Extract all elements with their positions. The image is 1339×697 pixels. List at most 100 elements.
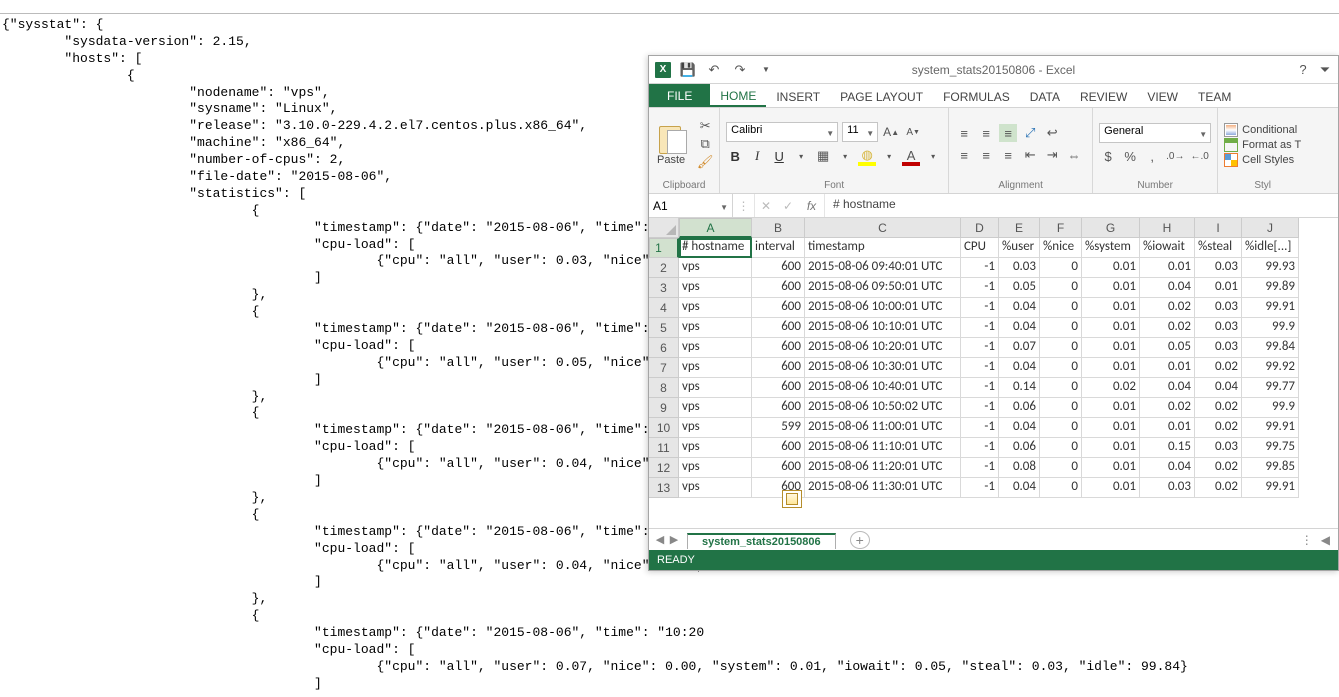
- data-cell[interactable]: 600: [752, 318, 805, 338]
- name-box[interactable]: A1 ▼: [649, 194, 733, 217]
- data-cell[interactable]: 0: [1040, 338, 1082, 358]
- header-cell[interactable]: %idle[...]: [1242, 238, 1299, 258]
- data-cell[interactable]: 0.04: [1140, 278, 1195, 298]
- align-bottom-icon[interactable]: ≡: [999, 124, 1017, 142]
- data-cell[interactable]: 0: [1040, 278, 1082, 298]
- help-icon[interactable]: ?: [1294, 61, 1312, 79]
- increase-font-icon[interactable]: A▲: [882, 123, 900, 141]
- data-cell[interactable]: 600: [752, 258, 805, 278]
- tab-file[interactable]: FILE: [649, 84, 710, 107]
- data-cell[interactable]: 0.15: [1140, 438, 1195, 458]
- data-cell[interactable]: 0: [1040, 398, 1082, 418]
- data-cell[interactable]: 599: [752, 418, 805, 438]
- data-cell[interactable]: 0.03: [1140, 478, 1195, 498]
- data-cell[interactable]: vps: [679, 418, 752, 438]
- data-cell[interactable]: 0.01: [1140, 258, 1195, 278]
- data-cell[interactable]: vps: [679, 298, 752, 318]
- cell-styles-button[interactable]: Cell Styles: [1224, 153, 1301, 167]
- header-cell[interactable]: # hostname: [679, 238, 752, 258]
- spreadsheet-grid[interactable]: ABCDEFGHIJ1# hostnameintervaltimestampCP…: [649, 218, 1338, 528]
- redo-icon[interactable]: ↷: [731, 61, 749, 79]
- row-header[interactable]: 1: [649, 238, 679, 258]
- ribbon-options-icon[interactable]: ⏷: [1316, 61, 1334, 79]
- merge-center-icon[interactable]: ⇔: [1065, 146, 1083, 164]
- data-cell[interactable]: 0.02: [1140, 398, 1195, 418]
- paste-icon[interactable]: [657, 122, 685, 154]
- column-header[interactable]: E: [999, 218, 1040, 238]
- format-painter-icon[interactable]: 🖌: [697, 154, 713, 170]
- data-cell[interactable]: 0.06: [999, 438, 1040, 458]
- data-cell[interactable]: 2015-08-06 09:50:01 UTC: [805, 278, 961, 298]
- data-cell[interactable]: 0.02: [1140, 298, 1195, 318]
- data-cell[interactable]: 2015-08-06 11:20:01 UTC: [805, 458, 961, 478]
- data-cell[interactable]: vps: [679, 318, 752, 338]
- column-header[interactable]: A: [679, 218, 752, 238]
- data-cell[interactable]: 0.01: [1140, 418, 1195, 438]
- data-cell[interactable]: 0: [1040, 378, 1082, 398]
- data-cell[interactable]: vps: [679, 398, 752, 418]
- wrap-text-icon[interactable]: ↩: [1043, 124, 1061, 142]
- data-cell[interactable]: 0.04: [999, 358, 1040, 378]
- align-center-icon[interactable]: ≡: [977, 146, 995, 164]
- data-cell[interactable]: 0.05: [999, 278, 1040, 298]
- tab-view[interactable]: VIEW: [1137, 84, 1188, 107]
- data-cell[interactable]: -1: [961, 278, 999, 298]
- data-cell[interactable]: 2015-08-06 11:10:01 UTC: [805, 438, 961, 458]
- data-cell[interactable]: 600: [752, 458, 805, 478]
- align-right-icon[interactable]: ≡: [999, 146, 1017, 164]
- tab-home[interactable]: HOME: [710, 84, 766, 107]
- accept-formula-icon[interactable]: ✓: [777, 194, 799, 217]
- comma-format-icon[interactable]: ,: [1143, 147, 1161, 165]
- orientation-icon[interactable]: ⤢: [1021, 124, 1039, 142]
- tab-review[interactable]: REVIEW: [1070, 84, 1137, 107]
- data-cell[interactable]: vps: [679, 378, 752, 398]
- header-cell[interactable]: %iowait: [1140, 238, 1195, 258]
- data-cell[interactable]: 0.04: [999, 418, 1040, 438]
- data-cell[interactable]: 0.02: [1082, 378, 1140, 398]
- data-cell[interactable]: 0.01: [1082, 298, 1140, 318]
- data-cell[interactable]: 99.92: [1242, 358, 1299, 378]
- data-cell[interactable]: 0: [1040, 438, 1082, 458]
- data-cell[interactable]: 99.9: [1242, 398, 1299, 418]
- tab-formulas[interactable]: FORMULAS: [933, 84, 1020, 107]
- data-cell[interactable]: 0: [1040, 478, 1082, 498]
- data-cell[interactable]: -1: [961, 398, 999, 418]
- data-cell[interactable]: 0: [1040, 258, 1082, 278]
- data-cell[interactable]: 0.02: [1195, 478, 1242, 498]
- data-cell[interactable]: 0: [1040, 358, 1082, 378]
- data-cell[interactable]: vps: [679, 338, 752, 358]
- data-cell[interactable]: 0.02: [1195, 398, 1242, 418]
- data-cell[interactable]: 2015-08-06 11:30:01 UTC: [805, 478, 961, 498]
- fill-color-dropdown-icon[interactable]: ▾: [880, 147, 898, 165]
- data-cell[interactable]: -1: [961, 458, 999, 478]
- data-cell[interactable]: 0.04: [1140, 458, 1195, 478]
- title-bar[interactable]: X 💾 ↶ ↷ ▼ system_stats20150806 - Excel ?…: [649, 56, 1338, 84]
- data-cell[interactable]: vps: [679, 278, 752, 298]
- row-header[interactable]: 6: [649, 338, 679, 358]
- sheet-nav-next-icon[interactable]: ▶: [667, 533, 681, 546]
- data-cell[interactable]: 0: [1040, 458, 1082, 478]
- percent-format-icon[interactable]: %: [1121, 147, 1139, 165]
- row-header[interactable]: 9: [649, 398, 679, 418]
- data-cell[interactable]: 0.03: [1195, 338, 1242, 358]
- bold-button[interactable]: B: [726, 147, 744, 165]
- scroll-left-icon[interactable]: ◀: [1317, 533, 1334, 547]
- row-header[interactable]: 13: [649, 478, 679, 498]
- data-cell[interactable]: 0.08: [999, 458, 1040, 478]
- data-cell[interactable]: 0.01: [1195, 278, 1242, 298]
- excel-app-icon[interactable]: X: [655, 62, 671, 78]
- column-header[interactable]: D: [961, 218, 999, 238]
- data-cell[interactable]: 0.04: [1140, 378, 1195, 398]
- sheet-scroll-dots[interactable]: ⋮: [1301, 533, 1313, 547]
- row-header[interactable]: 5: [649, 318, 679, 338]
- data-cell[interactable]: 0.03: [1195, 258, 1242, 278]
- data-cell[interactable]: 0.01: [1082, 458, 1140, 478]
- row-header[interactable]: 11: [649, 438, 679, 458]
- data-cell[interactable]: 600: [752, 358, 805, 378]
- data-cell[interactable]: vps: [679, 458, 752, 478]
- data-cell[interactable]: 0.03: [1195, 438, 1242, 458]
- data-cell[interactable]: vps: [679, 478, 752, 498]
- increase-decimal-icon[interactable]: .0→: [1165, 147, 1185, 165]
- formula-input[interactable]: # hostname: [825, 194, 1338, 217]
- data-cell[interactable]: 99.75: [1242, 438, 1299, 458]
